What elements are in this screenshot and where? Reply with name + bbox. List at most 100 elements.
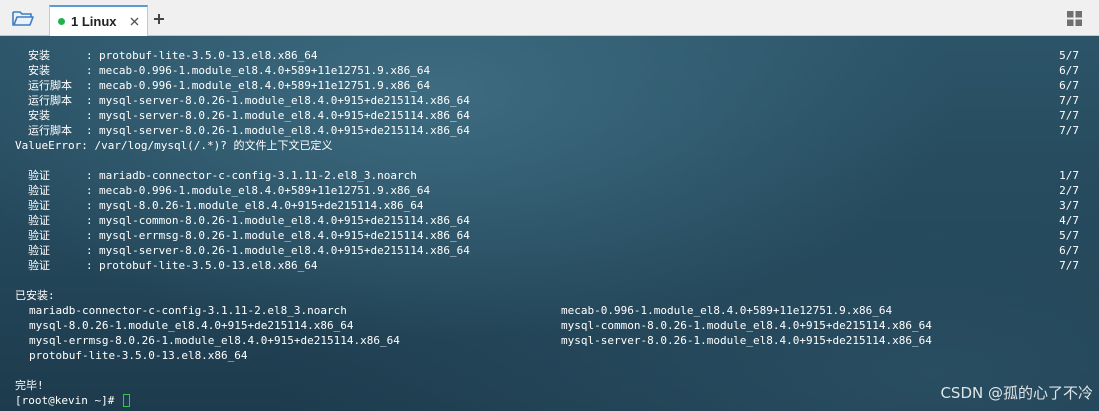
terminal-window: 1 Linux 安装: protobuf-lite-3.5.0-13.el8.… xyxy=(0,0,1099,411)
separator: : xyxy=(86,109,93,122)
package-name: mecab-0.996-1.module_el8.4.0+589+11e1275… xyxy=(99,184,431,197)
installed-package: mysql-errmsg-8.0.26-1.module_el8.4.0+915… xyxy=(29,334,400,347)
package-name: mysql-common-8.0.26-1.module_el8.4.0+915… xyxy=(99,214,470,227)
package-name: protobuf-lite-3.5.0-13.el8.x86_64 xyxy=(99,49,318,62)
layout-grid-button[interactable] xyxy=(1066,10,1083,27)
separator: : xyxy=(86,124,93,137)
progress-counter: 7/7 xyxy=(1059,109,1079,122)
progress-counter: 1/7 xyxy=(1059,169,1079,182)
progress-counter: 2/7 xyxy=(1059,184,1079,197)
open-folder-button[interactable] xyxy=(8,6,38,30)
add-tab-button[interactable] xyxy=(149,9,169,29)
installed-row: mysql-8.0.26-1.module_el8.4.0+915+de2151… xyxy=(0,318,1099,333)
watermark: CSDN @孤的心了不冷 xyxy=(940,384,1093,402)
package-name: mysql-server-8.0.26-1.module_el8.4.0+915… xyxy=(99,124,470,137)
tab-close-button[interactable] xyxy=(125,13,143,31)
verify-line: 验证 : mariadb-connector-c-config-3.1.11-2… xyxy=(0,168,1099,183)
package-name: mysql-server-8.0.26-1.module_el8.4.0+915… xyxy=(99,94,470,107)
installed-package: mysql-common-8.0.26-1.module_el8.4.0+915… xyxy=(561,319,932,332)
verify-line: 验证 : mysql-errmsg-8.0.26-1.module_el8.4.… xyxy=(0,228,1099,243)
done-message: 完毕! xyxy=(15,379,44,392)
installed-header-line: 已安装: xyxy=(0,288,1099,303)
separator: : xyxy=(86,169,93,182)
installed-package: mysql-8.0.26-1.module_el8.4.0+915+de2151… xyxy=(29,319,354,332)
transaction-line: 安装 : mysql-server-8.0.26-1.module_el8.4.… xyxy=(0,108,1099,123)
tab-bar: 1 Linux xyxy=(0,0,1099,42)
progress-counter: 7/7 xyxy=(1059,94,1079,107)
separator: : xyxy=(86,259,93,272)
installed-package: mysql-server-8.0.26-1.module_el8.4.0+915… xyxy=(561,334,932,347)
separator: : xyxy=(86,229,93,242)
action-label: 验证 xyxy=(28,169,50,182)
tab-label: 1 Linux xyxy=(71,14,117,29)
package-name: mysql-8.0.26-1.module_el8.4.0+915+de2151… xyxy=(99,199,424,212)
connection-status-dot xyxy=(58,18,65,25)
action-label: 验证 xyxy=(28,259,50,272)
verify-line: 验证 : mecab-0.996-1.module_el8.4.0+589+11… xyxy=(0,183,1099,198)
progress-counter: 3/7 xyxy=(1059,199,1079,212)
installed-package: mecab-0.996-1.module_el8.4.0+589+11e1275… xyxy=(561,304,893,317)
verify-line: 验证 : mysql-8.0.26-1.module_el8.4.0+915+d… xyxy=(0,198,1099,213)
installed-row: mariadb-connector-c-config-3.1.11-2.el8_… xyxy=(0,303,1099,318)
prompt-line[interactable]: [root@kevin ~]# xyxy=(0,393,1099,408)
installed-row: protobuf-lite-3.5.0-13.el8.x86_64 xyxy=(0,348,1099,363)
installed-package: mariadb-connector-c-config-3.1.11-2.el8_… xyxy=(29,304,347,317)
separator: : xyxy=(86,184,93,197)
transaction-line: 运行脚本 : mysql-server-8.0.26-1.module_el8.… xyxy=(0,123,1099,138)
package-name: mecab-0.996-1.module_el8.4.0+589+11e1275… xyxy=(99,79,431,92)
package-name: mysql-errmsg-8.0.26-1.module_el8.4.0+915… xyxy=(99,229,470,242)
text-cursor xyxy=(122,394,130,407)
action-label: 安装 xyxy=(28,49,50,62)
progress-counter: 4/7 xyxy=(1059,214,1079,227)
separator: : xyxy=(86,79,93,92)
verify-line: 验证 : mysql-server-8.0.26-1.module_el8.4.… xyxy=(0,243,1099,258)
terminal-output[interactable]: 安装 : protobuf-lite-3.5.0-13.el8.x86_64 5… xyxy=(0,36,1099,411)
package-name: mariadb-connector-c-config-3.1.11-2.el8_… xyxy=(99,169,417,182)
action-label: 验证 xyxy=(28,244,50,257)
done-line: 完毕! xyxy=(0,378,1099,393)
transaction-line: 安装 : protobuf-lite-3.5.0-13.el8.x86_64 5… xyxy=(0,48,1099,63)
action-label: 运行脚本 xyxy=(28,124,72,137)
action-label: 验证 xyxy=(28,229,50,242)
error-message: ValueError: /var/log/mysql(/.*)? 的文件上下文已… xyxy=(15,139,333,152)
progress-counter: 6/7 xyxy=(1059,79,1079,92)
progress-counter: 5/7 xyxy=(1059,229,1079,242)
separator: : xyxy=(86,64,93,77)
prompt-text: [root@kevin ~]# xyxy=(15,394,121,407)
tab-linux[interactable]: 1 Linux xyxy=(49,5,148,36)
action-label: 运行脚本 xyxy=(28,94,72,107)
action-label: 验证 xyxy=(28,214,50,227)
verify-line: 验证 : protobuf-lite-3.5.0-13.el8.x86_64 7… xyxy=(0,258,1099,273)
progress-counter: 6/7 xyxy=(1059,244,1079,257)
shell-prompt[interactable]: [root@kevin ~]# xyxy=(15,393,130,408)
progress-counter: 6/7 xyxy=(1059,64,1079,77)
progress-counter: 7/7 xyxy=(1059,124,1079,137)
action-label: 运行脚本 xyxy=(28,79,72,92)
separator: : xyxy=(86,199,93,212)
transaction-line: 运行脚本 : mecab-0.996-1.module_el8.4.0+589+… xyxy=(0,78,1099,93)
close-icon xyxy=(130,17,138,26)
progress-counter: 5/7 xyxy=(1059,49,1079,62)
separator: : xyxy=(86,49,93,62)
package-name: protobuf-lite-3.5.0-13.el8.x86_64 xyxy=(99,259,318,272)
package-name: mysql-server-8.0.26-1.module_el8.4.0+915… xyxy=(99,244,470,257)
separator: : xyxy=(86,244,93,257)
folder-icon xyxy=(12,11,34,26)
installed-row: mysql-errmsg-8.0.26-1.module_el8.4.0+915… xyxy=(0,333,1099,348)
package-name: mysql-server-8.0.26-1.module_el8.4.0+915… xyxy=(99,109,470,122)
package-name: mecab-0.996-1.module_el8.4.0+589+11e1275… xyxy=(99,64,431,77)
separator: : xyxy=(86,214,93,227)
action-label: 验证 xyxy=(28,184,50,197)
terminal-lines: 安装 : protobuf-lite-3.5.0-13.el8.x86_64 5… xyxy=(0,48,1099,408)
verify-line: 验证 : mysql-common-8.0.26-1.module_el8.4.… xyxy=(0,213,1099,228)
transaction-line: 运行脚本 : mysql-server-8.0.26-1.module_el8.… xyxy=(0,93,1099,108)
transaction-line: 安装 : mecab-0.996-1.module_el8.4.0+589+11… xyxy=(0,63,1099,78)
grid-icon xyxy=(1067,11,1082,26)
installed-package: protobuf-lite-3.5.0-13.el8.x86_64 xyxy=(29,349,248,362)
plus-icon xyxy=(154,14,164,24)
installed-header: 已安装: xyxy=(15,289,55,302)
separator: : xyxy=(86,94,93,107)
